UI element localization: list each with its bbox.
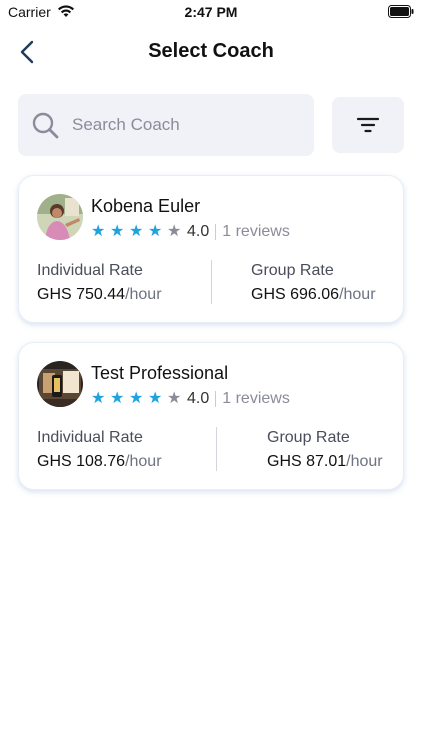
nav-header: Select Coach xyxy=(0,30,422,74)
page-title: Select Coach xyxy=(148,40,274,62)
star-empty-icon: ★ xyxy=(167,223,182,240)
clock-time: 2:47 PM xyxy=(184,4,238,20)
individual-rate-label: Individual Rate xyxy=(37,429,143,446)
search-icon xyxy=(32,112,59,139)
rate-divider xyxy=(211,260,212,304)
group-rate-unit: /hour xyxy=(339,286,376,303)
individual-rate-value: GHS 108.76/hour xyxy=(37,453,162,471)
individual-rate-label: Individual Rate xyxy=(37,262,143,279)
review-count: 1 reviews xyxy=(222,223,290,240)
star-filled-icon: ★ xyxy=(148,223,163,240)
group-rate-amount: GHS 696.06 xyxy=(251,286,340,303)
review-count: 1 reviews xyxy=(222,390,290,407)
rating-divider xyxy=(215,224,217,240)
star-filled-icon: ★ xyxy=(110,223,125,240)
star-filled-icon: ★ xyxy=(129,390,144,407)
rating-row: ★ ★ ★ ★ ★ 4.0 1 reviews xyxy=(91,389,290,409)
star-filled-icon: ★ xyxy=(129,223,144,240)
group-rate-unit: /hour xyxy=(346,453,383,470)
rating-row: ★ ★ ★ ★ ★ 4.0 1 reviews xyxy=(91,222,290,242)
rating-value: 4.0 xyxy=(187,390,210,407)
battery-icon xyxy=(388,5,414,23)
individual-rate-unit: /hour xyxy=(125,286,162,303)
coach-name: Test Professional xyxy=(91,363,229,383)
search-bar[interactable] xyxy=(18,94,314,156)
group-rate-label: Group Rate xyxy=(251,262,334,279)
avatar xyxy=(37,361,83,407)
group-rate-amount: GHS 87.01 xyxy=(267,453,347,470)
coach-name: Kobena Euler xyxy=(91,196,201,216)
individual-rate-value: GHS 750.44/hour xyxy=(37,286,162,304)
star-filled-icon: ★ xyxy=(110,390,125,407)
rating-value: 4.0 xyxy=(187,223,210,240)
search-input[interactable] xyxy=(72,113,302,137)
group-rate-value: GHS 696.06/hour xyxy=(251,286,376,304)
star-filled-icon: ★ xyxy=(91,223,106,240)
group-rate-value: GHS 87.01/hour xyxy=(267,453,383,471)
individual-rate-amount: GHS 750.44 xyxy=(37,286,126,303)
status-bar: Carrier 2:47 PM xyxy=(0,0,422,26)
rate-divider xyxy=(216,427,217,471)
coach-card[interactable]: Test Professional ★ ★ ★ ★ ★ 4.0 1 review… xyxy=(18,342,404,490)
filter-icon xyxy=(357,117,379,133)
star-empty-icon: ★ xyxy=(167,390,182,407)
coach-card[interactable]: Kobena Euler ★ ★ ★ ★ ★ 4.0 1 reviews Ind… xyxy=(18,175,404,323)
individual-rate-amount: GHS 108.76 xyxy=(37,453,126,470)
star-filled-icon: ★ xyxy=(148,390,163,407)
group-rate-label: Group Rate xyxy=(267,429,350,446)
individual-rate-unit: /hour xyxy=(125,453,162,470)
avatar xyxy=(37,194,83,240)
star-filled-icon: ★ xyxy=(91,390,106,407)
filter-button[interactable] xyxy=(332,97,404,153)
rating-divider xyxy=(215,391,217,407)
